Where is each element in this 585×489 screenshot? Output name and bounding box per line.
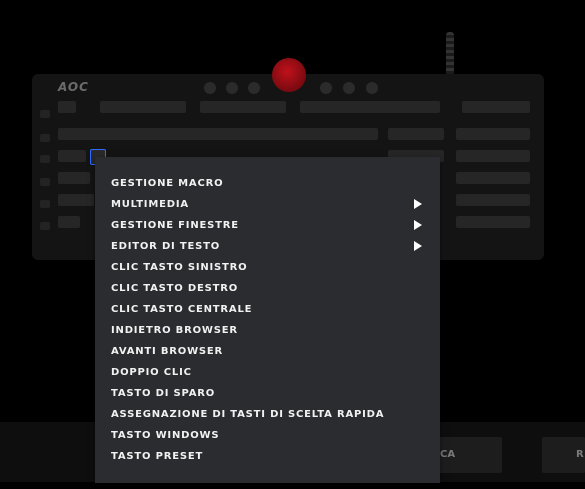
menu-item-gestione-macro[interactable]: GESTIONE MACRO	[111, 174, 431, 193]
macro-key-g1[interactable]	[40, 110, 50, 118]
menu-item-tasto-windows[interactable]: TASTO WINDOWS	[111, 426, 431, 445]
menu-item-label: ASSEGNAZIONE DI TASTI DI SCELTA RAPIDA	[111, 409, 385, 420]
key-numpad-row4[interactable]	[456, 194, 530, 206]
app-stage: AOC CA R GESTIONE MACRO MULTIMEDIA GESTI…	[0, 0, 585, 489]
volume-knob	[272, 58, 306, 92]
menu-item-clic-tasto-sinistro[interactable]: CLIC TASTO SINISTRO	[111, 258, 431, 277]
menu-item-label: DOPPIO CLIC	[111, 367, 192, 378]
macro-key-g5[interactable]	[40, 200, 50, 208]
brand-logo: AOC	[58, 80, 89, 94]
menu-item-doppio-clic[interactable]: DOPPIO CLIC	[111, 363, 431, 382]
menu-item-label: CLIC TASTO CENTRALE	[111, 304, 253, 315]
key-numpad-mid[interactable]	[456, 150, 530, 162]
submenu-arrow-icon	[414, 241, 422, 251]
menu-item-editor-di-testo[interactable]: EDITOR DI TESTO	[111, 237, 431, 256]
menu-item-label: TASTO WINDOWS	[111, 430, 220, 441]
music-icon	[248, 82, 260, 94]
menu-item-label: MULTIMEDIA	[111, 199, 189, 210]
toolbar-button-reset[interactable]: R	[542, 437, 585, 473]
keyboard-cable	[446, 32, 454, 76]
key-capslock[interactable]	[58, 172, 90, 184]
record-icon	[343, 82, 355, 94]
menu-item-tasto-preset[interactable]: TASTO PRESET	[111, 447, 431, 466]
macro-key-g4[interactable]	[40, 178, 50, 186]
macro-key-g3[interactable]	[40, 155, 50, 163]
menu-item-gestione-finestre[interactable]: GESTIONE FINESTRE	[111, 216, 431, 235]
menu-item-indietro-browser[interactable]: INDIETRO BROWSER	[111, 321, 431, 340]
toolbar-button-cancel[interactable]: CA	[430, 437, 502, 473]
menu-item-label: CLIC TASTO SINISTRO	[111, 262, 248, 273]
key-numpad-bottom[interactable]	[456, 216, 530, 228]
menu-item-label: CLIC TASTO DESTRO	[111, 283, 238, 294]
menu-item-label: TASTO PRESET	[111, 451, 204, 462]
menu-item-label: INDIETRO BROWSER	[111, 325, 238, 336]
key-f1-f4[interactable]	[100, 101, 186, 113]
submenu-arrow-icon	[414, 199, 422, 209]
key-numpad-top[interactable]	[456, 128, 530, 140]
menu-item-label: AVANTI BROWSER	[111, 346, 224, 357]
key-number-row[interactable]	[58, 128, 378, 140]
menu-item-avanti-browser[interactable]: AVANTI BROWSER	[111, 342, 431, 361]
menu-item-multimedia[interactable]: MULTIMEDIA	[111, 195, 431, 214]
light-icon	[320, 82, 332, 94]
key-f5-f8[interactable]	[200, 101, 286, 113]
menu-item-label: TASTO DI SPARO	[111, 388, 216, 399]
key-ctrl-left[interactable]	[58, 216, 80, 228]
menu-item-tasto-di-sparo[interactable]: TASTO DI SPARO	[111, 384, 431, 403]
menu-item-assegnazione-tasti-scelta-rapida[interactable]: ASSEGNAZIONE DI TASTI DI SCELTA RAPIDA	[111, 405, 431, 424]
key-nav-top[interactable]	[388, 128, 444, 140]
key-tab[interactable]	[58, 150, 86, 162]
menu-item-label: GESTIONE FINESTRE	[111, 220, 239, 231]
key-esc[interactable]	[58, 101, 76, 113]
key-f9-f12[interactable]	[300, 101, 440, 113]
windows-lock-icon	[366, 82, 378, 94]
menu-item-clic-tasto-destro[interactable]: CLIC TASTO DESTRO	[111, 279, 431, 298]
home-icon	[204, 82, 216, 94]
macro-key-g2[interactable]	[40, 134, 50, 142]
gear-icon	[226, 82, 238, 94]
menu-item-label: EDITOR DI TESTO	[111, 241, 221, 252]
menu-item-clic-tasto-centrale[interactable]: CLIC TASTO CENTRALE	[111, 300, 431, 319]
key-assignment-menu: GESTIONE MACRO MULTIMEDIA GESTIONE FINES…	[95, 157, 440, 483]
submenu-arrow-icon	[414, 220, 422, 230]
macro-key-g6[interactable]	[40, 222, 50, 230]
menu-item-label: GESTIONE MACRO	[111, 178, 224, 189]
key-shift-left[interactable]	[58, 194, 94, 206]
key-numpad-row3[interactable]	[456, 172, 530, 184]
key-system[interactable]	[462, 101, 530, 113]
